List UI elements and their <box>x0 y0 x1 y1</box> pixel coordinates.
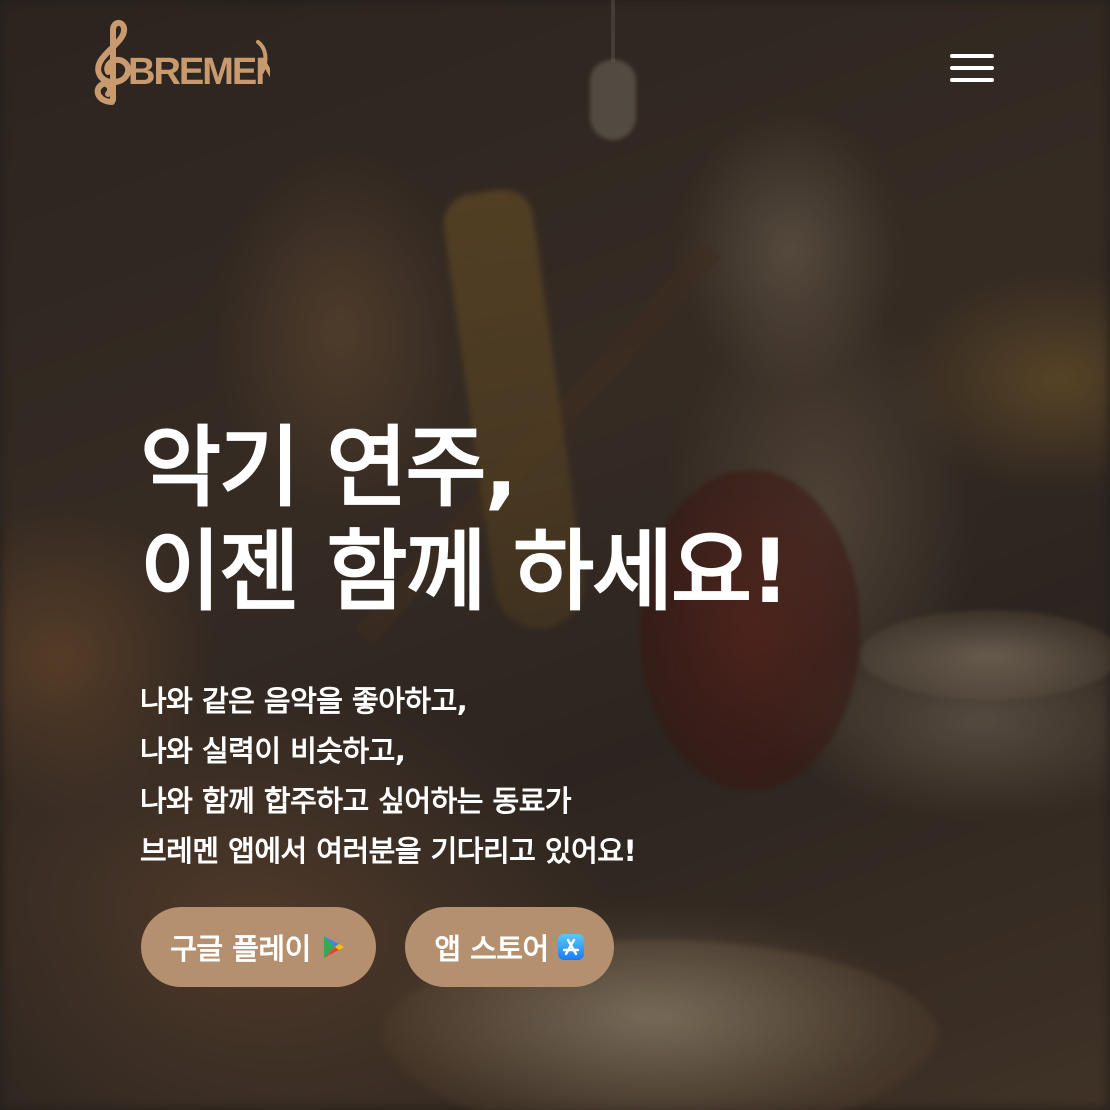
description-line-1: 나와 같은 음악을 좋아하고, <box>140 684 468 718</box>
app-store-icon <box>557 933 585 961</box>
hero-headline: 악기 연주, 이젠 함께 하세요! <box>140 416 790 624</box>
description-line-3: 나와 함께 합주하고 싶어하는 동료가 <box>140 784 572 818</box>
google-play-label: 구글 플레이 <box>170 932 311 966</box>
app-store-button[interactable]: 앱 스토어 <box>405 907 614 987</box>
bremen-logo[interactable]: BREMEN <box>86 18 270 106</box>
treble-clef-icon <box>94 20 132 105</box>
menu-line <box>950 54 994 58</box>
description-line-2: 나와 실력이 비슷하고, <box>140 734 406 768</box>
app-store-label: 앱 스토어 <box>434 932 549 966</box>
headline-line-2: 이젠 함께 하세요! <box>140 520 790 623</box>
hamburger-menu-icon[interactable] <box>946 50 998 86</box>
menu-line <box>950 66 994 70</box>
headline-line-1: 악기 연주, <box>140 416 518 519</box>
description-line-4: 브레멘 앱에서 여러분을 기다리고 있어요! <box>140 834 637 868</box>
menu-line <box>950 78 994 82</box>
logo-wordmark: BREMEN <box>128 51 270 93</box>
google-play-button[interactable]: 구글 플레이 <box>141 907 376 987</box>
google-play-icon <box>319 933 347 961</box>
hero-description: 나와 같은 음악을 좋아하고, 나와 실력이 비슷하고, 나와 함께 합주하고 … <box>140 676 637 876</box>
hero-section: BREMEN 악기 연주, 이젠 함께 하세요! 나와 같은 음악을 좋아하고,… <box>0 0 1110 1110</box>
